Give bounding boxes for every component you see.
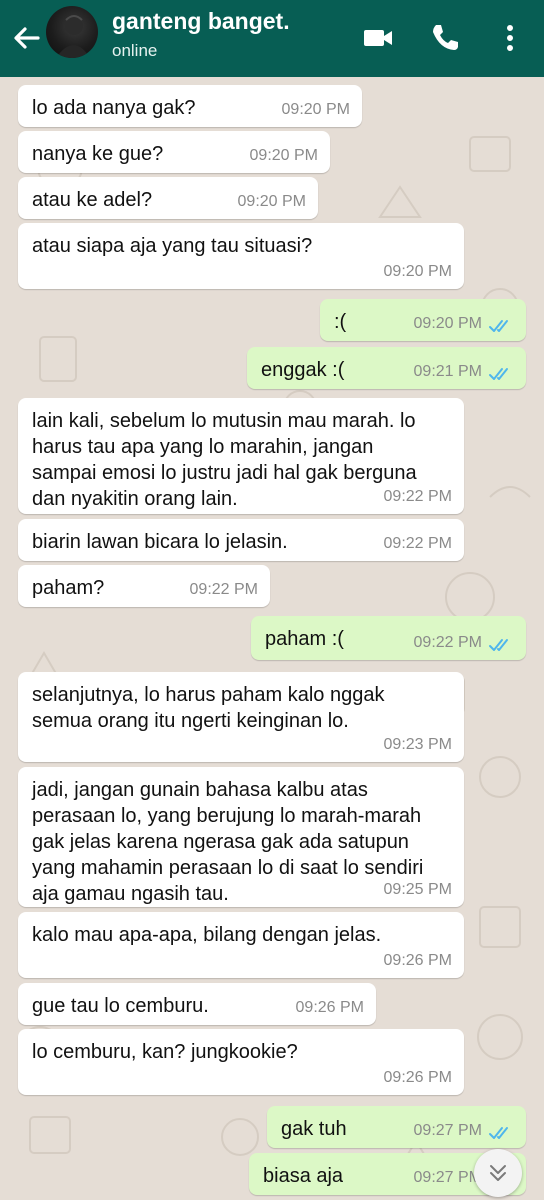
message-time: 09:22 PM bbox=[189, 581, 258, 598]
message-time: 09:23 PM bbox=[383, 736, 452, 753]
message-text: paham :( bbox=[265, 628, 344, 650]
back-arrow-icon[interactable] bbox=[8, 20, 44, 56]
message-bubble-incoming[interactable]: selanjutnya, lo harus paham kalo nggak s… bbox=[18, 672, 464, 762]
message-bubble-incoming[interactable]: atau siapa aja yang tau situasi? 09:20 P… bbox=[18, 223, 464, 289]
message-text: nanya ke gue? bbox=[32, 143, 164, 165]
message-time: 09:26 PM bbox=[383, 1069, 452, 1086]
message-text: gue tau lo cemburu. bbox=[32, 995, 209, 1017]
contact-name[interactable]: ganteng banget. bbox=[112, 8, 290, 35]
double-check-icon bbox=[489, 368, 508, 380]
contact-status: online bbox=[112, 41, 158, 60]
message-bubble-incoming[interactable]: jadi, jangan gunain bahasa kalbu atas pe… bbox=[18, 767, 464, 907]
message-time: 09:21 PM bbox=[413, 363, 482, 380]
message-bubble-incoming[interactable]: lo ada nanya gak? 09:20 PM bbox=[18, 85, 362, 127]
scroll-to-bottom-button[interactable] bbox=[474, 1149, 522, 1197]
message-bubble-outgoing[interactable]: paham :( 09:22 PM bbox=[251, 616, 526, 660]
message-text: selanjutnya, lo harus paham kalo nggak s… bbox=[32, 684, 385, 732]
message-text: enggak :( bbox=[261, 359, 345, 381]
message-text: atau ke adel? bbox=[32, 189, 153, 211]
message-bubble-outgoing[interactable]: enggak :( 09:21 PM bbox=[247, 347, 526, 389]
double-check-icon bbox=[489, 320, 508, 332]
double-check-icon bbox=[489, 1127, 508, 1139]
message-bubble-incoming[interactable]: nanya ke gue? 09:20 PM bbox=[18, 131, 330, 173]
message-bubble-outgoing[interactable]: gak tuh 09:27 PM bbox=[267, 1106, 526, 1148]
message-time: 09:27 PM bbox=[413, 1122, 482, 1139]
message-time: 09:22 PM bbox=[383, 488, 452, 505]
message-time: 09:20 PM bbox=[249, 147, 318, 164]
message-bubble-incoming[interactable]: gue tau lo cemburu. 09:26 PM bbox=[18, 983, 376, 1025]
message-time: 09:27 PM bbox=[413, 1169, 482, 1186]
message-time: 09:25 PM bbox=[383, 881, 452, 898]
video-call-icon[interactable] bbox=[358, 18, 398, 58]
message-time: 09:20 PM bbox=[281, 101, 350, 118]
message-text: :( bbox=[334, 311, 347, 333]
message-time: 09:22 PM bbox=[383, 535, 452, 552]
message-text: jadi, jangan gunain bahasa kalbu atas pe… bbox=[32, 779, 424, 905]
message-text: biasa aja bbox=[263, 1165, 344, 1187]
message-text: paham? bbox=[32, 577, 105, 599]
double-check-icon bbox=[489, 639, 508, 651]
message-text: kalo mau apa-apa, bilang dengan jelas. bbox=[32, 924, 382, 946]
message-list[interactable]: lo ada nanya gak? 09:20 PM nanya ke gue?… bbox=[0, 77, 544, 1200]
message-bubble-incoming[interactable]: biarin lawan bicara lo jelasin. 09:22 PM bbox=[18, 519, 464, 561]
message-time: 09:20 PM bbox=[413, 315, 482, 332]
message-text: atau siapa aja yang tau situasi? bbox=[32, 235, 313, 257]
phone-icon[interactable] bbox=[424, 18, 464, 58]
message-text: lain kali, sebelum lo mutusin mau marah.… bbox=[32, 410, 417, 510]
message-text: lo ada nanya gak? bbox=[32, 97, 196, 119]
message-bubble-incoming[interactable]: atau ke adel? 09:20 PM bbox=[18, 177, 318, 219]
message-text: biarin lawan bicara lo jelasin. bbox=[32, 531, 288, 553]
message-bubble-incoming[interactable]: kalo mau apa-apa, bilang dengan jelas. 0… bbox=[18, 912, 464, 978]
message-time: 09:22 PM bbox=[413, 634, 482, 651]
scroll-down-icon bbox=[490, 1165, 506, 1181]
message-time: 09:26 PM bbox=[383, 952, 452, 969]
avatar[interactable] bbox=[46, 6, 98, 58]
chat-header: ganteng banget. online bbox=[0, 0, 544, 77]
message-bubble-outgoing[interactable]: :( 09:20 PM bbox=[320, 299, 526, 341]
message-text: lo cemburu, kan? jungkookie? bbox=[32, 1041, 298, 1063]
message-text: gak tuh bbox=[281, 1118, 347, 1140]
more-vert-icon[interactable] bbox=[490, 18, 530, 58]
message-time: 09:20 PM bbox=[237, 193, 306, 210]
message-bubble-incoming[interactable]: lo cemburu, kan? jungkookie? 09:26 PM bbox=[18, 1029, 464, 1095]
message-time: 09:20 PM bbox=[383, 263, 452, 280]
message-bubble-incoming[interactable]: lain kali, sebelum lo mutusin mau marah.… bbox=[18, 398, 464, 514]
message-time: 09:26 PM bbox=[295, 999, 364, 1016]
message-bubble-incoming[interactable]: paham? 09:22 PM bbox=[18, 565, 270, 607]
